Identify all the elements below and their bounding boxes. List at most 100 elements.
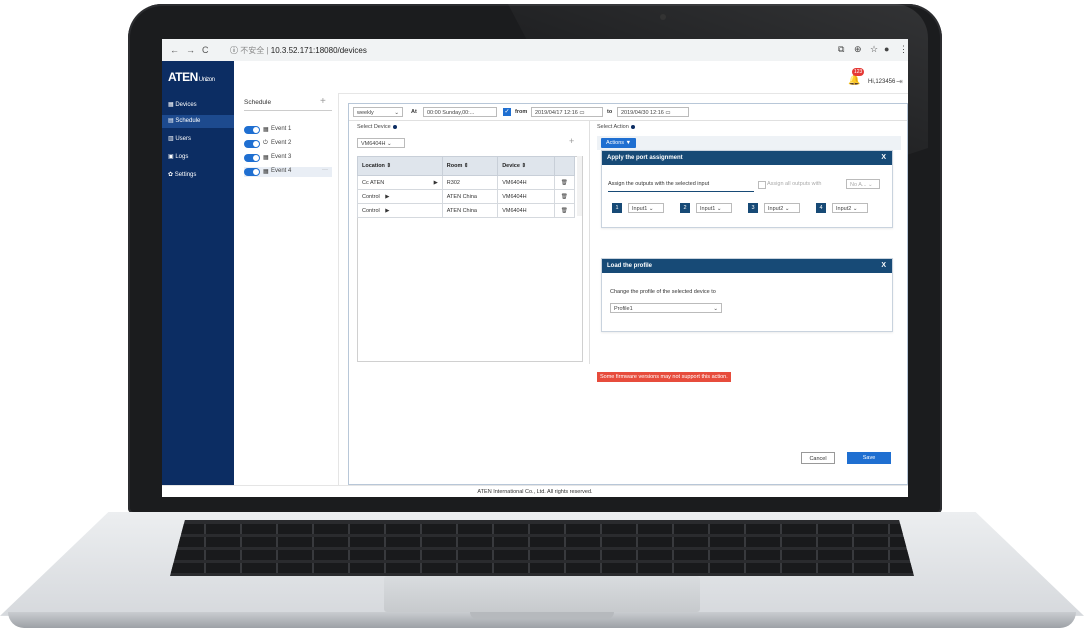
location-text: Control bbox=[362, 207, 380, 214]
column-device[interactable]: Device ⇕ bbox=[497, 156, 555, 176]
chevron-down-icon: ⌄ bbox=[387, 141, 392, 147]
card-header: Apply the port assignment X bbox=[602, 151, 892, 165]
trash-icon[interactable]: 🗑 bbox=[553, 203, 575, 218]
add-device-button[interactable]: + bbox=[569, 136, 574, 146]
column-room[interactable]: Room ⇕ bbox=[441, 156, 499, 176]
device-type-select[interactable]: VM6404H ⌄ bbox=[357, 138, 405, 148]
event-item[interactable]: ▦ Event 3 bbox=[244, 153, 332, 163]
cell-location: Control ▶ bbox=[357, 189, 443, 204]
cell-device: VM6404H bbox=[497, 175, 555, 190]
table-row[interactable]: Control ▶ ATEN China VM6404H 🗑 bbox=[357, 203, 575, 218]
event-toggle[interactable] bbox=[244, 126, 260, 134]
sidebar-item-settings[interactable]: ✿ Settings bbox=[162, 169, 234, 182]
sidebar-item-label: Devices bbox=[175, 102, 197, 108]
event-toggle[interactable] bbox=[244, 140, 260, 148]
event-toggle[interactable] bbox=[244, 154, 260, 162]
event-item[interactable]: ⏻ Event 2 bbox=[244, 139, 332, 149]
sidebar-item-devices[interactable]: ▦ Devices bbox=[162, 99, 234, 112]
schedule-panel: Schedule + ▦ Event 1 ⏻ Event 2 ▦ Event 3… bbox=[234, 93, 339, 497]
translate-icon[interactable]: ⧉ bbox=[838, 44, 844, 55]
schedule-filter-bar: weekly ⌄ At 00:00 Sunday,00:... ✓ from 2… bbox=[349, 104, 907, 121]
forward-icon[interactable]: → bbox=[186, 45, 195, 55]
at-label: At bbox=[411, 109, 417, 115]
time-select[interactable]: 00:00 Sunday,00:... bbox=[423, 107, 497, 117]
assign-all-checkbox[interactable] bbox=[758, 181, 766, 189]
actions-toolbar bbox=[597, 136, 901, 150]
trackpad bbox=[384, 576, 700, 612]
sort-icon: ⇕ bbox=[463, 163, 469, 169]
cancel-button[interactable]: Cancel bbox=[801, 452, 835, 464]
port-input-select[interactable]: Input1 ⌄ bbox=[696, 203, 732, 213]
port-assignment-card: Apply the port assignment X Assign the o… bbox=[601, 150, 893, 228]
to-label: to bbox=[607, 109, 613, 115]
caret-right-icon[interactable]: ▶ bbox=[385, 194, 389, 200]
back-icon[interactable]: ← bbox=[170, 45, 179, 55]
event-item[interactable]: ▦ Event 1 bbox=[244, 125, 332, 135]
key-row bbox=[170, 563, 914, 573]
calendar-icon: ▦ bbox=[263, 169, 269, 175]
caret-right-icon[interactable]: ▶ bbox=[385, 208, 389, 214]
user-greeting[interactable]: Hi,123456 bbox=[868, 79, 895, 85]
device-type-value: VM6404H bbox=[361, 141, 386, 147]
bell-icon[interactable]: 🔔 bbox=[848, 75, 860, 86]
trash-icon[interactable]: 🗑 bbox=[553, 175, 575, 190]
reload-icon[interactable]: C bbox=[202, 45, 209, 55]
zoom-icon[interactable]: ⊕ bbox=[854, 44, 862, 55]
table-row[interactable]: Cc ATEN ▶ R302 VM6404H 🗑 bbox=[357, 175, 575, 190]
star-icon[interactable]: ☆ bbox=[870, 44, 878, 55]
from-checkbox[interactable]: ✓ bbox=[503, 108, 511, 116]
profile-select[interactable]: Profile1 ⌄ bbox=[610, 303, 722, 313]
table-scrollbar[interactable] bbox=[577, 156, 582, 216]
to-date-field[interactable]: 2019/04/30 12:16 ▭ bbox=[617, 107, 689, 117]
sidebar-item-schedule[interactable]: ▤ Schedule bbox=[162, 115, 234, 128]
cell-room: ATEN China bbox=[441, 203, 499, 218]
lid-notch bbox=[470, 612, 614, 619]
more-options-icon[interactable]: ··· bbox=[322, 167, 328, 173]
brand-logo: ATENUnizon bbox=[162, 61, 234, 93]
port-number: 3 bbox=[748, 203, 758, 213]
brand-sub: Unizon bbox=[198, 77, 215, 83]
event-toggle[interactable] bbox=[244, 168, 260, 176]
power-icon: ⏻ bbox=[263, 140, 268, 146]
port-input-select[interactable]: Input1 ⌄ bbox=[628, 203, 664, 213]
calendar-icon: ▦ bbox=[263, 155, 269, 161]
assign-all-select[interactable]: No A... ⌄ bbox=[846, 179, 880, 189]
caret-right-icon[interactable]: ▶ bbox=[434, 180, 438, 186]
port-input-select[interactable]: Input2 ⌄ bbox=[764, 203, 800, 213]
key-row bbox=[170, 537, 914, 547]
chevron-down-icon: ⌄ bbox=[716, 206, 722, 212]
port-input-select[interactable]: Input2 ⌄ bbox=[832, 203, 868, 213]
sidebar-item-users[interactable]: ▥ Users bbox=[162, 133, 234, 146]
column-label: Room bbox=[446, 163, 463, 169]
trash-icon[interactable]: 🗑 bbox=[553, 189, 575, 204]
menu-icon[interactable]: ⋮ bbox=[899, 44, 908, 55]
insecure-label: 不安全 bbox=[240, 46, 265, 55]
chevron-down-icon: ⌄ bbox=[868, 182, 873, 188]
save-button[interactable]: Save bbox=[847, 452, 891, 464]
event-item-selected[interactable]: ▦ Event 4 ··· bbox=[244, 167, 332, 177]
address-bar[interactable]: ⓘ 不安全 | 10.3.52.171:18080/devices bbox=[230, 45, 367, 56]
column-actions bbox=[553, 156, 575, 176]
close-icon[interactable]: X bbox=[881, 151, 886, 165]
actions-dropdown-button[interactable]: Actions ▼ bbox=[601, 138, 637, 148]
schedule-divider bbox=[244, 110, 332, 111]
table-row[interactable]: Control ▶ ATEN China VM6404H 🗑 bbox=[357, 189, 575, 204]
sort-icon: ⇕ bbox=[521, 163, 527, 169]
logout-icon[interactable]: ⇥ bbox=[896, 77, 903, 86]
from-date-field[interactable]: 2019/04/17 12:16 ▭ bbox=[531, 107, 603, 117]
sidebar-item-logs[interactable]: ▣ Logs bbox=[162, 151, 234, 164]
sidebar-item-label: Users bbox=[175, 136, 192, 142]
device-table: Location ⇕ Room ⇕ Device ⇕ Cc ATEN ▶ R30… bbox=[357, 156, 575, 218]
users-icon: ▥ bbox=[168, 136, 174, 142]
close-icon[interactable]: X bbox=[881, 259, 886, 273]
from-date-value: 2019/04/17 12:16 bbox=[535, 110, 578, 116]
url-text: 10.3.52.171:18080/devices bbox=[270, 46, 367, 55]
cell-location: Cc ATEN ▶ bbox=[357, 175, 443, 190]
port-input-value: Input2 bbox=[768, 206, 784, 212]
brand-text: ATEN bbox=[168, 70, 198, 84]
account-icon[interactable]: ● bbox=[884, 44, 889, 54]
frequency-select[interactable]: weekly ⌄ bbox=[353, 107, 403, 117]
column-location[interactable]: Location ⇕ bbox=[357, 156, 443, 176]
add-event-button[interactable]: + bbox=[320, 96, 326, 107]
cell-room: ATEN China bbox=[441, 189, 499, 204]
